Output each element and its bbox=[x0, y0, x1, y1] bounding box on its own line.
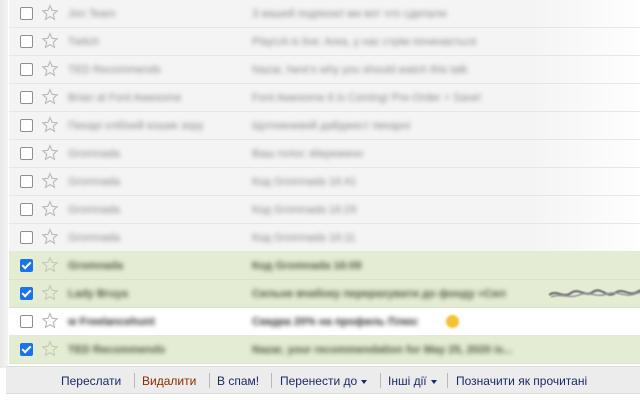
message-subject[interactable]: Ваш голос збережено bbox=[252, 147, 552, 161]
message-sender[interactable]: Jon Team bbox=[68, 7, 238, 21]
message-row[interactable]: TED Recommends Nazar, here's why you sho… bbox=[9, 56, 640, 84]
star-icon[interactable] bbox=[41, 88, 59, 106]
other-actions-label: Інші дії bbox=[388, 374, 427, 388]
left-edge bbox=[0, 0, 8, 368]
star-icon[interactable] bbox=[41, 172, 59, 190]
caret-down-icon bbox=[430, 379, 437, 384]
message-row[interactable]: Lady Bruya Сильне вчабоку перерахувати д… bbox=[9, 280, 640, 308]
row-fade bbox=[530, 308, 640, 335]
delete-button[interactable]: Видалити bbox=[142, 373, 196, 389]
bulk-actions-toolbar: Переслати Видалити В спам! Перенести до … bbox=[6, 366, 640, 394]
row-fade bbox=[530, 140, 640, 167]
toolbar-divider bbox=[209, 373, 210, 388]
message-subject[interactable]: Font Awesome 6 is Coming! Pre-Order + Sa… bbox=[252, 91, 552, 105]
caret-down-icon bbox=[361, 379, 368, 384]
row-checkbox[interactable] bbox=[20, 35, 33, 48]
message-subject[interactable]: Щотижневий дайджест пекарні bbox=[252, 119, 552, 133]
message-sender[interactable]: Twitch bbox=[68, 35, 238, 49]
message-sender[interactable]: Gromnada bbox=[68, 259, 238, 273]
row-checkbox[interactable] bbox=[20, 7, 33, 20]
row-fade bbox=[530, 0, 640, 27]
message-subject[interactable]: Код Gromnada 16:29 bbox=[252, 203, 552, 217]
mark-read-button[interactable]: Позначити як прочитані bbox=[456, 373, 587, 389]
star-icon[interactable] bbox=[41, 32, 59, 50]
row-checkbox[interactable] bbox=[20, 287, 33, 300]
spam-button[interactable]: В спам! bbox=[217, 373, 259, 389]
forward-button[interactable]: Переслати bbox=[61, 373, 121, 389]
row-fade bbox=[530, 84, 640, 111]
row-fade bbox=[530, 28, 640, 55]
row-checkbox[interactable] bbox=[20, 259, 33, 272]
row-checkbox[interactable] bbox=[20, 175, 33, 188]
star-icon[interactable] bbox=[41, 284, 59, 302]
row-checkbox[interactable] bbox=[20, 147, 33, 160]
row-checkbox[interactable] bbox=[20, 119, 33, 132]
message-subject[interactable]: PlayUA is live: Area, у нас стрім почина… bbox=[252, 35, 552, 49]
message-sender[interactable]: Gromnada bbox=[68, 231, 238, 245]
toolbar-divider bbox=[447, 373, 448, 388]
toolbar-divider bbox=[134, 373, 135, 388]
message-row[interactable]: Gromnada Ваш голос збережено bbox=[9, 140, 640, 168]
message-sender[interactable]: Lady Bruya bbox=[68, 287, 238, 301]
message-subject[interactable]: З вашей подякою! ми вот что сделали bbox=[252, 7, 552, 21]
toolbar-divider bbox=[271, 373, 272, 388]
message-row[interactable]: Jon Team З вашей подякою! ми вот что сде… bbox=[9, 0, 640, 28]
smiley-emoji-icon bbox=[446, 315, 459, 328]
row-fade bbox=[530, 112, 640, 139]
other-actions-button[interactable]: Інші дії bbox=[388, 373, 437, 389]
message-sender[interactable]: Gromnada bbox=[68, 203, 238, 217]
message-sender[interactable]: Gromnada bbox=[68, 175, 238, 189]
message-sender[interactable]: TED Recommends bbox=[68, 343, 238, 357]
row-checkbox[interactable] bbox=[20, 203, 33, 216]
message-row[interactable]: Brian at Font Awesome Font Awesome 6 is … bbox=[9, 84, 640, 112]
star-icon[interactable] bbox=[41, 340, 59, 358]
star-icon[interactable] bbox=[41, 60, 59, 78]
message-row[interactable]: TED Recommends Nazar, your recommendatio… bbox=[9, 336, 640, 364]
star-icon[interactable] bbox=[41, 312, 59, 330]
message-subject[interactable]: Сильне вчабоку перерахувати до фонду «Си… bbox=[252, 287, 552, 301]
message-row[interactable]: Twitch PlayUA is live: Area, у нас стрім… bbox=[9, 28, 640, 56]
row-checkbox[interactable] bbox=[20, 91, 33, 104]
toolbar-divider bbox=[380, 373, 381, 388]
message-sender[interactable]: Gromnada bbox=[68, 147, 238, 161]
star-icon[interactable] bbox=[41, 116, 59, 134]
message-subject[interactable]: Код Gromnada 16:11 bbox=[252, 231, 552, 245]
row-checkbox[interactable] bbox=[20, 315, 33, 328]
star-icon[interactable] bbox=[41, 4, 59, 22]
star-icon[interactable] bbox=[41, 256, 59, 274]
message-row[interactable]: Gromnada Код Gromnada 16:11 bbox=[9, 224, 640, 252]
message-row[interactable]: Gromnada Код Gromnada 16:29 bbox=[9, 196, 640, 224]
row-checkbox[interactable] bbox=[20, 63, 33, 76]
message-row[interactable]: Пекарі хлібний кошик зору Щотижневий дай… bbox=[9, 112, 640, 140]
star-icon[interactable] bbox=[41, 144, 59, 162]
star-icon[interactable] bbox=[41, 228, 59, 246]
message-sender[interactable]: Brian at Font Awesome bbox=[68, 91, 238, 105]
row-fade bbox=[530, 56, 640, 83]
message-row[interactable]: Gromnada Код Gromnada 16:09 bbox=[9, 252, 640, 280]
scribble-overlay bbox=[548, 284, 640, 302]
row-checkbox[interactable] bbox=[20, 231, 33, 244]
message-subject[interactable]: Nazar, here's why you should watch this … bbox=[252, 63, 552, 77]
row-fade bbox=[530, 196, 640, 223]
row-fade bbox=[530, 168, 640, 195]
row-checkbox[interactable] bbox=[20, 343, 33, 356]
mail-window: Jon Team З вашей подякою! ми вот что сде… bbox=[0, 0, 640, 400]
message-list: Jon Team З вашей подякою! ми вот что сде… bbox=[9, 0, 640, 364]
row-fade bbox=[530, 224, 640, 251]
message-sender[interactable]: w Freelancehunt bbox=[68, 315, 238, 329]
message-subject[interactable]: Код Gromnada 16:41 bbox=[252, 175, 552, 189]
message-subject[interactable]: Nazar, your recommendation for May 25, 2… bbox=[252, 343, 542, 357]
message-row[interactable]: Gromnada Код Gromnada 16:41 bbox=[9, 168, 640, 196]
message-sender[interactable]: TED Recommends bbox=[68, 63, 238, 77]
star-icon[interactable] bbox=[41, 200, 59, 218]
message-subject[interactable]: Код Gromnada 16:09 bbox=[252, 259, 552, 273]
message-sender[interactable]: Пекарі хлібний кошик зору bbox=[68, 119, 238, 133]
message-row[interactable]: w Freelancehunt Скидка 20% на профиль Пл… bbox=[9, 308, 640, 336]
move-to-button[interactable]: Перенести до bbox=[280, 373, 368, 389]
message-subject[interactable]: Скидка 20% на профиль Плюс bbox=[252, 315, 438, 329]
move-to-label: Перенести до bbox=[280, 374, 358, 388]
